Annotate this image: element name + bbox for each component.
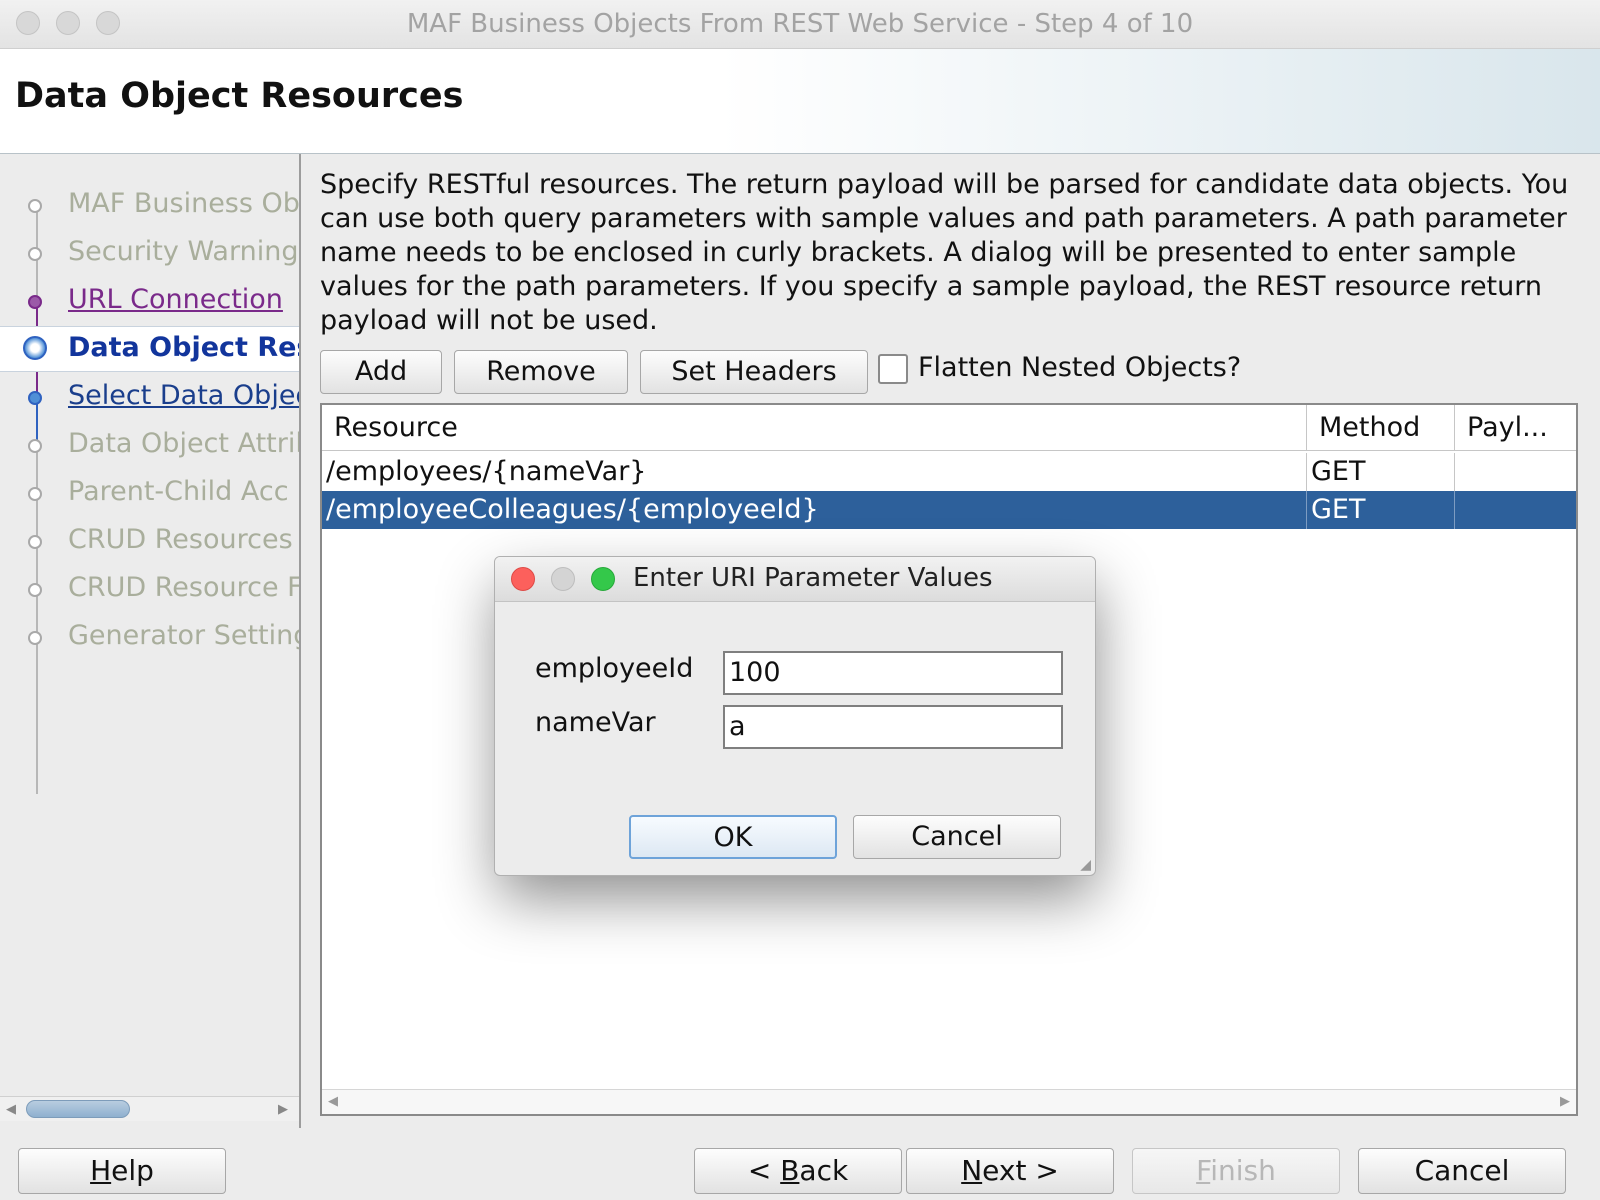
nav-step-generator-settings: Generator Setting: [68, 620, 301, 651]
dialog-title-bar: Enter URI Parameter Values: [495, 557, 1095, 602]
nav-step-data-object-resources[interactable]: Data Object Res: [68, 332, 299, 363]
nav-horizontal-scrollbar[interactable]: ◀ ▶: [0, 1096, 299, 1121]
scrollbar-thumb[interactable]: [26, 1100, 130, 1118]
name-var-label: nameVar: [535, 707, 656, 738]
page-title: Data Object Resources: [15, 76, 464, 116]
column-header-resource[interactable]: Resource: [322, 405, 1307, 451]
step-description: Specify RESTful resources. The return pa…: [320, 169, 1569, 336]
nav-step-maf-business-objects: MAF Business Ob: [68, 188, 300, 219]
payload-cell[interactable]: [1455, 491, 1576, 529]
step-node-icon: [28, 439, 42, 453]
column-header-method[interactable]: Method: [1307, 405, 1455, 451]
table-row[interactable]: /employees/{nameVar} GET: [322, 453, 1576, 491]
table-row-selected[interactable]: /employeeColleagues/{employeeId} GET: [322, 491, 1576, 529]
nav-step-crud-resource-payload: CRUD Resource F: [68, 572, 301, 603]
flatten-nested-objects-checkbox[interactable]: [878, 354, 908, 384]
step-node-icon: [28, 583, 42, 597]
dialog-close-icon[interactable]: [511, 567, 535, 591]
name-var-field[interactable]: a: [723, 705, 1063, 749]
cancel-button[interactable]: Cancel: [1358, 1148, 1566, 1194]
remove-button[interactable]: Remove: [454, 350, 628, 394]
nav-step-crud-resources: CRUD Resources: [68, 524, 293, 555]
nav-step-data-object-attributes: Data Object Attril: [68, 428, 301, 459]
back-button[interactable]: < Back: [694, 1148, 902, 1194]
scroll-left-icon[interactable]: ◀: [6, 1102, 16, 1117]
dialog-zoom-icon[interactable]: [591, 567, 615, 591]
next-mnemonic: N: [961, 1154, 983, 1187]
wizard-step-nav: MAF Business Ob Security Warning URL Con…: [0, 154, 301, 1128]
back-label-prefix: <: [747, 1154, 781, 1187]
nav-step-select-data-objects[interactable]: Select Data Objec: [68, 380, 299, 411]
step-node-icon: [28, 199, 42, 213]
finish-button: Finish: [1132, 1148, 1340, 1194]
dialog-minimize-icon: [551, 567, 575, 591]
finish-label-suffix: inish: [1210, 1154, 1276, 1187]
nav-step-url-connection[interactable]: URL Connection: [68, 284, 283, 315]
nav-step-parent-child-accessors: Parent-Child Acc: [68, 476, 289, 507]
table-horizontal-scrollbar[interactable]: ◀ ▶: [322, 1089, 1576, 1114]
dialog-cancel-button[interactable]: Cancel: [853, 815, 1061, 859]
column-header-payload[interactable]: Payl...: [1455, 405, 1576, 451]
flatten-nested-objects-label: Flatten Nested Objects?: [918, 352, 1242, 383]
back-label-suffix: ack: [799, 1154, 849, 1187]
step-node-icon: [28, 487, 42, 501]
step-node-icon: [28, 295, 42, 309]
help-button[interactable]: Help: [18, 1148, 226, 1194]
ok-button[interactable]: OK: [629, 815, 837, 859]
set-headers-button[interactable]: Set Headers: [640, 350, 868, 394]
nav-step-security-warning: Security Warning: [68, 236, 299, 267]
next-label-suffix: ext >: [982, 1154, 1059, 1187]
method-cell[interactable]: GET: [1307, 453, 1455, 491]
window-title: MAF Business Objects From REST Web Servi…: [406, 9, 1194, 39]
resize-grip-icon[interactable]: ◢: [1080, 857, 1091, 873]
back-mnemonic: B: [780, 1154, 800, 1187]
finish-mnemonic: F: [1196, 1154, 1211, 1187]
employee-id-label: employeeId: [535, 653, 694, 684]
scroll-right-icon[interactable]: ▶: [1560, 1094, 1570, 1109]
step-node-icon: [28, 247, 42, 261]
scroll-left-icon[interactable]: ◀: [328, 1094, 338, 1109]
add-button[interactable]: Add: [320, 350, 442, 394]
step-node-icon: [28, 631, 42, 645]
employee-id-field[interactable]: 100: [723, 651, 1063, 695]
uri-parameter-dialog: Enter URI Parameter Values employeeId 10…: [494, 556, 1096, 876]
step-node-icon: [28, 535, 42, 549]
resource-cell[interactable]: /employees/{nameVar}: [322, 453, 1307, 491]
payload-cell[interactable]: [1455, 453, 1576, 491]
scroll-right-icon[interactable]: ▶: [278, 1102, 288, 1117]
step-node-icon: [28, 391, 42, 405]
method-cell[interactable]: GET: [1307, 491, 1455, 529]
help-mnemonic: H: [90, 1154, 112, 1187]
dialog-title: Enter URI Parameter Values: [633, 563, 993, 593]
next-button[interactable]: Next >: [906, 1148, 1114, 1194]
resource-cell[interactable]: /employeeColleagues/{employeeId}: [322, 491, 1307, 529]
current-step-icon: [23, 336, 47, 360]
help-label-suffix: elp: [111, 1154, 154, 1187]
